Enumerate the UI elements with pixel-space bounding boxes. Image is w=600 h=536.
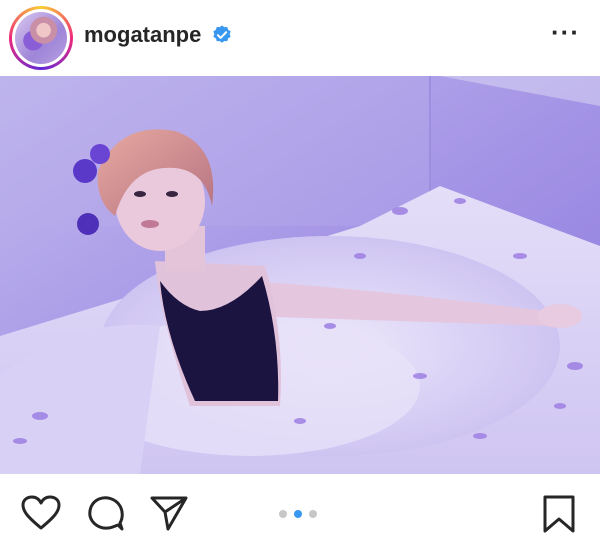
post-header: mogatanpe ··· [0, 0, 600, 76]
carousel-indicator [279, 510, 317, 518]
more-options-icon[interactable]: ··· [551, 19, 580, 45]
avatar[interactable] [15, 12, 67, 64]
heart-icon[interactable] [21, 495, 61, 531]
carousel-dot [309, 510, 317, 518]
username[interactable]: mogatanpe [84, 22, 201, 48]
send-icon[interactable] [150, 495, 188, 531]
carousel-dot-active [294, 510, 302, 518]
profile-avatar-ring[interactable] [9, 6, 73, 70]
bookmark-icon[interactable] [542, 495, 576, 533]
verified-badge-icon [213, 25, 231, 43]
post-image[interactable] [0, 76, 600, 474]
comment-icon[interactable] [88, 495, 124, 531]
carousel-dot [279, 510, 287, 518]
